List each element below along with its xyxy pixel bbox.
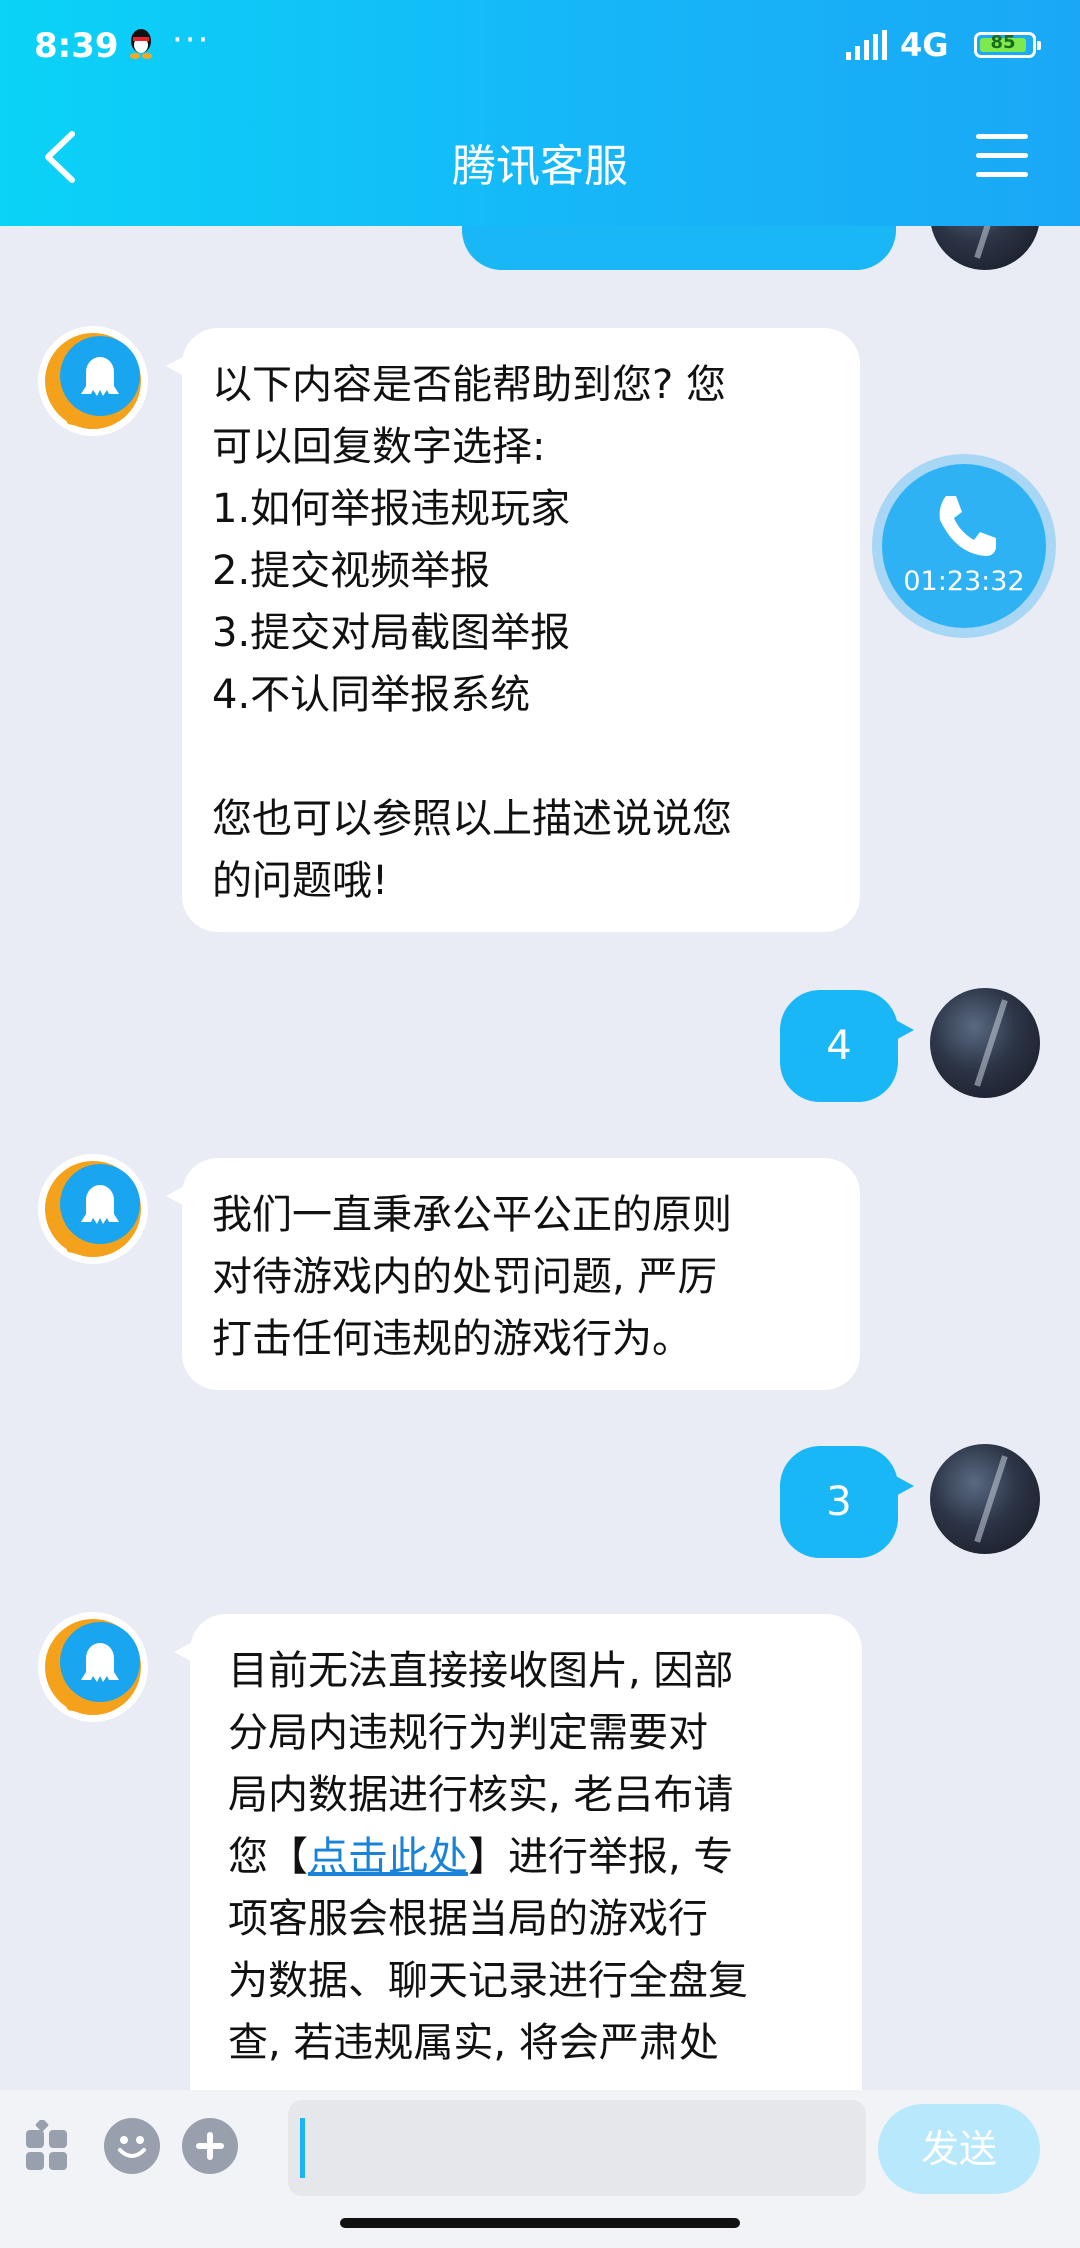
message-line: 局内数据进行核实, 老吕布请 [228,1772,734,1818]
message-line: 您【点击此处】进行举报, 专 [228,1826,832,1888]
user-avatar[interactable] [930,988,1040,1098]
link-suffix: 】进行举报, 专 [468,1834,734,1880]
user-message-bubble: 4 [780,990,914,1102]
qq-service-avatar-icon [45,333,141,429]
page-title: 腾讯客服 [452,141,628,192]
bot-message-bubble: 我们一直秉承公平公正的原则 对待游戏内的处罚问题, 严厉 打击任何违规的游戏行为… [166,1158,860,1390]
message-line: 我们一直秉承公平公正的原则 [212,1192,732,1238]
user-message-bubble: 3 [780,1446,914,1558]
bot-message-bubble: 以下内容是否能帮助到您? 您 可以回复数字选择: 1.如何举报违规玩家 2.提交… [166,328,860,932]
menu-option-3: 3.提交对局截图举报 [212,610,571,656]
user-avatar[interactable] [930,1444,1040,1554]
qq-penguin-icon [130,29,152,59]
call-duration: 01:23:32 [903,566,1025,597]
send-button[interactable]: 发送 [878,2104,1040,2194]
text-caret [300,2118,305,2178]
apps-icon[interactable] [24,2120,70,2172]
header-bar: 8:39 ··· 4G 85 腾讯客服 [0,0,1080,226]
message-line: 可以回复数字选择: [212,424,546,470]
home-indicator[interactable] [340,2218,740,2228]
user-message-text: 3 [826,1479,852,1525]
message-line: 打击任何违规的游戏行为。 [212,1316,692,1362]
message-input[interactable] [288,2100,866,2196]
menu-option-1: 1.如何举报违规玩家 [212,486,571,532]
qq-service-avatar-icon [45,1161,141,1257]
plus-icon[interactable] [182,2118,238,2174]
bot-avatar[interactable] [38,1154,148,1264]
signal-icon [846,30,887,60]
link-prefix: 您【 [228,1834,308,1880]
emoji-icon[interactable] [104,2118,160,2174]
phone-icon [939,496,996,556]
status-more-dots: ··· [172,20,211,60]
message-line: 项客服会根据当局的游戏行 [228,1896,708,1942]
chat-area[interactable]: 以下内容是否能帮助到您? 您 可以回复数字选择: 1.如何举报违规玩家 2.提交… [0,0,1080,2090]
hamburger-icon[interactable] [976,134,1028,180]
message-line: 分局内违规行为判定需要对 [228,1710,708,1756]
message-line: 目前无法直接接收图片, 因部 [228,1648,734,1694]
user-message-text: 4 [826,1023,852,1069]
status-time: 8:39 [34,26,119,66]
menu-option-2: 2.提交视频举报 [212,548,491,594]
message-line: 以下内容是否能帮助到您? 您 [212,362,726,408]
message-line: 查, 若违规属实, 将会严肃处 [228,2020,719,2066]
menu-option-4: 4.不认同举报系统 [212,672,531,718]
battery-percent: 85 [990,32,1016,53]
battery-icon: 85 [974,32,1041,58]
qq-service-avatar-icon [45,1619,141,1715]
message-line: 为数据、聊天记录进行全盘复 [228,1958,748,2004]
report-link[interactable]: 点击此处 [308,1834,468,1880]
network-type: 4G [900,26,949,64]
bot-avatar[interactable] [38,326,148,436]
bot-avatar[interactable] [38,1612,148,1722]
message-line: 对待游戏内的处罚问题, 严厉 [212,1254,718,1300]
message-line: 的问题哦! [212,858,389,904]
message-line: 您也可以参照以上描述说说您 [212,796,732,842]
bot-message-bubble: 目前无法直接接收图片, 因部 分局内违规行为判定需要对 局内数据进行核实, 老吕… [174,1614,862,2090]
battery-tip [1037,41,1041,50]
call-float-button[interactable]: 01:23:32 [882,464,1046,628]
